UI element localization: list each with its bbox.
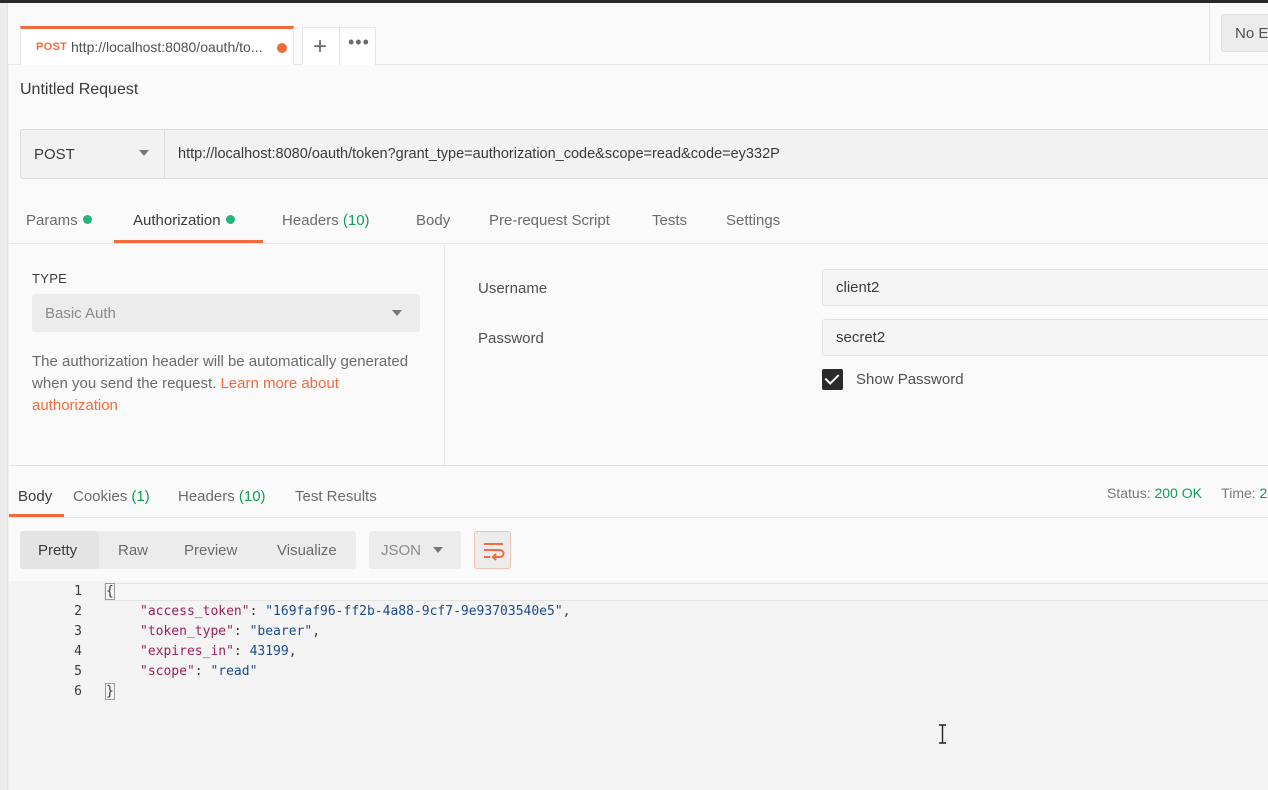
format-button-group: Pretty Raw Preview Visualize	[20, 531, 356, 569]
line-number: 2	[74, 604, 82, 619]
time-label: Time:	[1221, 485, 1256, 501]
json-line: "expires_in": 43199,	[140, 644, 297, 659]
password-label: Password	[478, 330, 544, 347]
tab-actions-divider	[339, 28, 340, 66]
auth-description: The authorization header will be automat…	[32, 351, 412, 417]
active-tab-underline	[114, 240, 263, 243]
line-number: 4	[74, 644, 82, 659]
tab-pre-request-script[interactable]: Pre-request Script	[489, 212, 610, 229]
time-value: 2	[1259, 485, 1268, 501]
json-line: "token_type": "bearer",	[140, 624, 321, 639]
tab-settings[interactable]: Settings	[726, 212, 780, 229]
response-tab-cookies[interactable]: Cookies (1)	[73, 488, 150, 505]
format-visualize-button[interactable]: Visualize	[277, 542, 337, 559]
language-select[interactable]: JSON	[369, 531, 461, 569]
json-line: "access_token": "169faf96-ff2b-4a88-9cf7…	[140, 604, 571, 619]
password-field[interactable]: secret2	[822, 319, 1268, 356]
active-response-tab-underline	[9, 514, 64, 517]
request-tab[interactable]: POST http://localhost:8080/oauth/to...	[20, 26, 294, 66]
response-tab-cookies-count: (1)	[131, 488, 150, 505]
format-raw-button[interactable]: Raw	[118, 542, 148, 559]
json-value: 43199	[249, 644, 289, 659]
chevron-down-icon	[392, 310, 402, 316]
auth-type-value: Basic Auth	[45, 305, 116, 322]
url-bar: POST http://localhost:8080/oauth/token?g…	[20, 129, 1268, 179]
environment-divider	[1209, 3, 1210, 63]
method-select[interactable]: POST	[21, 130, 165, 178]
request-tabs: Params Authorization Headers (10) Body P…	[9, 200, 1268, 244]
line-number: 6	[74, 684, 82, 699]
response-tabs: Body Cookies (1) Headers (10) Test Resul…	[9, 466, 1268, 518]
json-key: "token_type"	[140, 624, 234, 639]
json-key: "scope"	[140, 664, 195, 679]
request-title[interactable]: Untitled Request	[20, 81, 138, 99]
method-select-label: POST	[34, 146, 75, 163]
request-tab-url: http://localhost:8080/oauth/to...	[71, 39, 263, 55]
username-field[interactable]: client2	[822, 269, 1268, 306]
json-value: "169faf96-ff2b-4a88-9cf7-9e93703540e5"	[265, 604, 563, 619]
tab-authorization[interactable]: Authorization	[133, 212, 235, 229]
add-tab-button[interactable]: +	[313, 33, 327, 61]
json-key: "expires_in"	[140, 644, 234, 659]
json-comma: ,	[312, 624, 321, 639]
tab-headers[interactable]: Headers (10)	[282, 212, 370, 229]
auth-type-label: TYPE	[32, 271, 68, 286]
response-tab-headers-count: (10)	[238, 488, 266, 505]
tab-body[interactable]: Body	[416, 212, 450, 229]
line-number: 5	[74, 664, 82, 679]
status-label: Status:	[1107, 485, 1151, 501]
line-number: 3	[74, 624, 82, 639]
tab-params-label: Params	[26, 212, 78, 229]
auth-type-select[interactable]: Basic Auth	[32, 294, 420, 332]
show-password-label[interactable]: Show Password	[856, 371, 964, 388]
status-value: 200 OK	[1154, 485, 1202, 501]
response-status: Status: 200 OK Time: 2	[1107, 485, 1267, 501]
format-pretty-button[interactable]: Pretty	[38, 542, 77, 559]
response-tab-cookies-label: Cookies	[73, 488, 128, 505]
tab-authorization-label: Authorization	[133, 212, 221, 229]
chevron-down-icon	[139, 150, 149, 156]
chevron-down-icon	[433, 547, 443, 553]
response-tab-headers-label: Headers	[178, 488, 235, 505]
username-label: Username	[478, 280, 548, 297]
response-tab-body[interactable]: Body	[18, 488, 52, 505]
response-tab-test-results[interactable]: Test Results	[295, 488, 377, 505]
show-password-checkbox[interactable]	[822, 369, 843, 390]
unsaved-dot-icon	[277, 43, 287, 53]
request-tab-method: POST	[36, 41, 68, 53]
line-number: 1	[74, 584, 82, 599]
format-preview-button[interactable]: Preview	[184, 542, 237, 559]
tab-tests[interactable]: Tests	[652, 212, 687, 229]
url-input[interactable]: http://localhost:8080/oauth/token?grant_…	[178, 146, 780, 162]
params-indicator-dot-icon	[82, 215, 92, 224]
active-line-highlight	[104, 583, 1268, 601]
wrap-lines-button[interactable]	[474, 531, 511, 569]
sidebar-edge	[0, 3, 8, 790]
json-close-brace: }	[105, 683, 115, 700]
tab-actions: + •••	[302, 27, 376, 66]
language-select-label: JSON	[381, 542, 422, 559]
json-line: "scope": "read"	[140, 664, 258, 679]
tab-headers-label: Headers	[282, 212, 339, 229]
json-key: "access_token"	[140, 604, 250, 619]
response-tab-headers[interactable]: Headers (10)	[178, 488, 266, 505]
authorization-indicator-dot-icon	[225, 215, 235, 224]
wrap-lines-icon	[484, 543, 505, 561]
json-comma: ,	[288, 644, 297, 659]
json-value: "bearer"	[249, 624, 313, 639]
text-cursor-icon	[938, 724, 947, 744]
json-comma: ,	[562, 604, 571, 619]
json-value: "read"	[210, 664, 258, 679]
tab-params[interactable]: Params	[26, 212, 92, 229]
json-open-brace: {	[105, 583, 115, 600]
more-tabs-button[interactable]: •••	[348, 32, 370, 53]
environment-select[interactable]: No E	[1221, 14, 1268, 52]
tab-headers-count: (10)	[342, 212, 370, 229]
